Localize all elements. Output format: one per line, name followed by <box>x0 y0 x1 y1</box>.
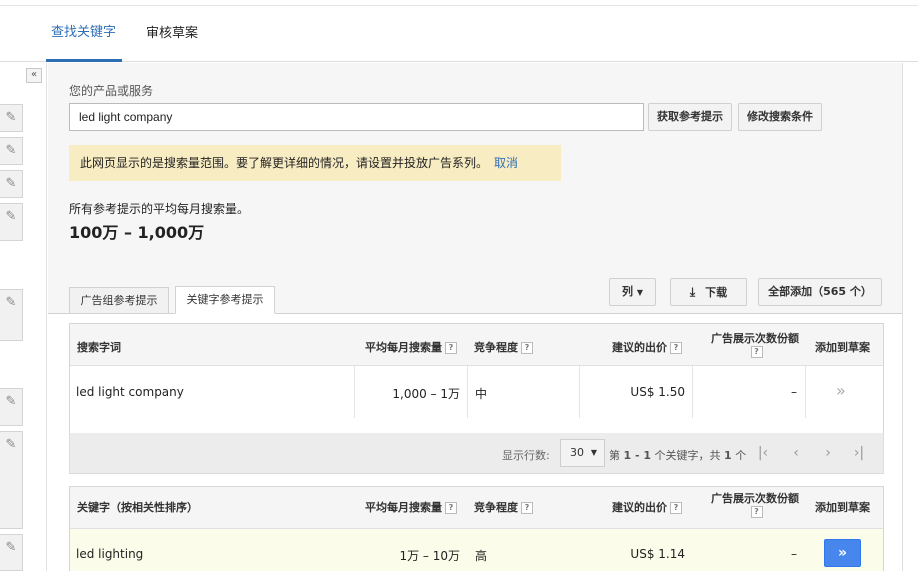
edit-pencil-icon[interactable]: ✎ <box>0 137 23 165</box>
row-bid: US$ 1.14 <box>630 547 685 561</box>
header-add-to-draft: 添加到草案 <box>815 341 870 354</box>
help-icon[interactable]: ? <box>521 502 533 514</box>
rows-per-page-select[interactable]: 30 ▼ <box>560 439 605 467</box>
avg-search-label: 所有参考提示的平均每月搜索量。 <box>69 202 250 216</box>
help-icon[interactable]: ? <box>445 502 457 514</box>
header-impression-share: 广告展示次数份额? <box>711 332 799 358</box>
help-icon[interactable]: ? <box>670 502 682 514</box>
header-avg-volume: 平均每月搜索量? <box>365 339 457 355</box>
row-competition: 高 <box>475 549 488 563</box>
row-competition: 中 <box>475 387 488 401</box>
tab-find-keywords[interactable]: 查找关键字 <box>46 6 122 62</box>
download-label: 下载 <box>705 286 728 299</box>
edit-pencil-icon[interactable]: ✎ <box>0 170 23 198</box>
tab-review-draft[interactable]: 审核草案 <box>146 6 198 62</box>
search-terms-table: 搜索字词 平均每月搜索量? 竞争程度? 建议的出价? 广告展示次数份额? 添加到… <box>69 323 884 434</box>
row-keyword: led light company <box>76 385 184 399</box>
row-volume: 1万 – 10万 <box>399 549 460 563</box>
header-avg-volume: 平均每月搜索量? <box>365 499 457 515</box>
edit-pencil-icon[interactable]: ✎ <box>0 534 23 571</box>
row-volume: 1,000 – 1万 <box>392 387 460 401</box>
pager-summary: 第 1 - 1 个关键字，共 1 个 <box>609 449 747 462</box>
header-suggested-bid: 建议的出价? <box>612 499 682 515</box>
prev-page-icon[interactable]: ‹ <box>784 443 808 463</box>
header-add-to-draft: 添加到草案 <box>815 501 870 514</box>
top-tabs: 查找关键字 审核草案 <box>0 6 918 62</box>
edit-pencil-icon[interactable]: ✎ <box>0 431 23 529</box>
row-bid: US$ 1.50 <box>630 385 685 399</box>
column-divider <box>805 366 806 418</box>
product-search-input[interactable]: led light company <box>69 103 644 131</box>
download-icon: ⤓ <box>689 285 696 299</box>
header-keyword-relevance: 关键字（按相关性排序） <box>77 501 198 514</box>
row-keyword: led lighting <box>76 547 144 561</box>
help-icon[interactable]: ? <box>445 342 457 354</box>
edit-pencil-icon[interactable]: ✎ <box>0 104 23 132</box>
tab-adgroup-ideas[interactable]: 广告组参考提示 <box>69 287 169 314</box>
row-share: – <box>791 385 797 399</box>
avg-search-value: 100万 – 1,000万 <box>69 223 205 242</box>
notice-cancel-link[interactable]: 取消 <box>494 156 518 170</box>
dropdown-arrow-icon: ▼ <box>590 448 597 457</box>
help-icon[interactable]: ? <box>521 342 533 354</box>
collapse-panel-button[interactable]: « <box>26 68 42 83</box>
next-page-icon[interactable]: › <box>816 443 840 463</box>
header-competition: 竞争程度? <box>474 499 533 515</box>
rows-value: 30 <box>570 446 584 459</box>
add-to-draft-button[interactable]: » <box>824 539 861 567</box>
tab-keyword-ideas[interactable]: 关键字参考提示 <box>175 286 275 314</box>
header-impression-share: 广告展示次数份额? <box>711 492 799 518</box>
get-ideas-button[interactable]: 获取参考提示 <box>648 103 732 131</box>
right-scrollbar[interactable] <box>902 63 918 571</box>
last-page-icon[interactable]: ›| <box>847 443 871 463</box>
column-divider <box>467 366 468 418</box>
product-label: 您的产品或服务 <box>69 84 154 98</box>
pagination-bar: 显示行数: 30 ▼ 第 1 - 1 个关键字，共 1 个 |‹ ‹ › ›| <box>69 433 884 474</box>
modify-search-button[interactable]: 修改搜索条件 <box>738 103 822 131</box>
edit-pencil-icon[interactable]: ✎ <box>0 388 23 426</box>
add-all-button[interactable]: 全部添加（565 个） <box>758 278 882 306</box>
header-search-term: 搜索字词 <box>77 341 121 354</box>
help-icon[interactable]: ? <box>670 342 682 354</box>
columns-button[interactable]: 列 ▼ <box>609 278 656 306</box>
help-icon[interactable]: ? <box>750 506 763 518</box>
table-row: led lighting 1万 – 10万 高 US$ 1.14 – » <box>70 529 883 571</box>
download-button[interactable]: ⤓ 下载 <box>670 278 747 306</box>
header-competition: 竞争程度? <box>474 339 533 355</box>
keyword-ideas-table: 关键字（按相关性排序） 平均每月搜索量? 竞争程度? 建议的出价? 广告展示次数… <box>69 486 884 571</box>
add-to-draft-icon[interactable]: » <box>836 381 846 400</box>
edit-pencil-icon[interactable]: ✎ <box>0 203 23 241</box>
first-page-icon[interactable]: |‹ <box>751 443 775 463</box>
help-icon[interactable]: ? <box>750 346 763 358</box>
notice-text: 此网页显示的是搜索量范围。要了解更详细的情况，请设置并投放广告系列。 <box>80 156 489 170</box>
row-share: – <box>791 547 797 561</box>
edit-pencil-icon[interactable]: ✎ <box>0 289 23 341</box>
rows-label: 显示行数: <box>502 449 550 462</box>
columns-label: 列 <box>622 285 633 298</box>
range-notice: 此网页显示的是搜索量范围。要了解更详细的情况，请设置并投放广告系列。 取消 <box>69 145 561 181</box>
dropdown-arrow-icon: ▼ <box>636 288 643 297</box>
header-suggested-bid: 建议的出价? <box>612 339 682 355</box>
